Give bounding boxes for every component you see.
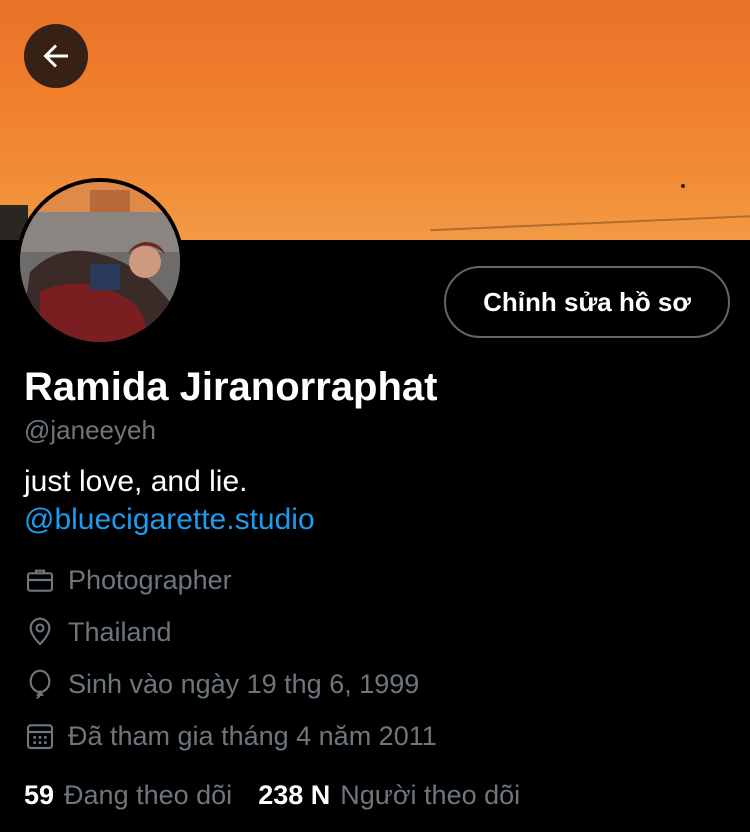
display-name: Ramida Jiranorraphat [24, 365, 438, 409]
detail-joined: Đã tham gia tháng 4 năm 2011 [24, 718, 437, 754]
followers-label: Người theo dõi [340, 779, 521, 810]
following-link[interactable]: 59 Đang theo dõi [24, 780, 258, 811]
detail-birthday: Sinh vào ngày 19 thg 6, 1999 [24, 666, 419, 702]
calendar-icon [24, 720, 56, 752]
following-count: 59 [24, 779, 55, 810]
followers-count: 238 N [258, 779, 331, 810]
detail-location-text: Thailand [68, 616, 172, 647]
detail-location: Thailand [24, 614, 172, 650]
avatar[interactable] [20, 182, 180, 342]
briefcase-icon [24, 564, 56, 596]
location-pin-icon [24, 616, 56, 648]
bio-mention-link[interactable]: @bluecigarette.studio [24, 502, 315, 538]
arrow-left-icon [38, 38, 74, 74]
banner-bird [681, 184, 685, 188]
detail-birthday-text: Sinh vào ngày 19 thg 6, 1999 [68, 668, 420, 699]
back-button[interactable] [24, 24, 88, 88]
followers-link[interactable]: 238 N Người theo dõi [258, 780, 546, 811]
following-label: Đang theo dõi [64, 779, 233, 810]
bio-text: just love, and lie. [24, 465, 248, 498]
detail-profession-text: Photographer [68, 564, 232, 595]
detail-profession: Photographer [24, 562, 232, 598]
user-handle: @janeeyeh [24, 415, 156, 445]
banner-wire [430, 214, 750, 232]
balloon-icon [24, 668, 56, 700]
edit-profile-button[interactable]: Chỉnh sửa hồ sơ [444, 266, 730, 338]
follow-stats: 59 Đang theo dõi 238 N Người theo dõi [24, 776, 546, 814]
detail-joined-text: Đã tham gia tháng 4 năm 2011 [68, 720, 437, 751]
